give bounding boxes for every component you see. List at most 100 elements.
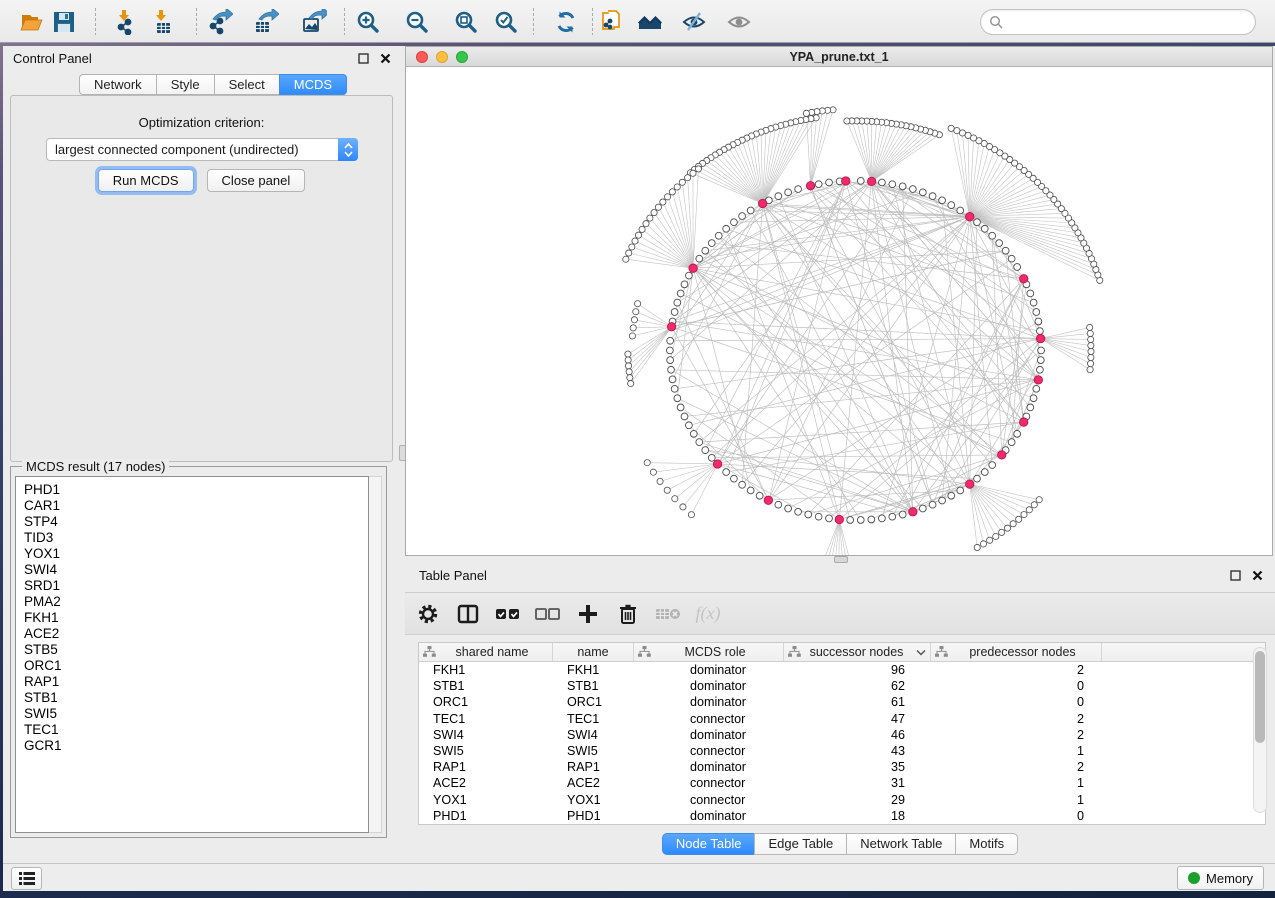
network-node[interactable] — [639, 226, 645, 232]
network-node[interactable] — [775, 501, 782, 508]
network-node[interactable] — [996, 240, 1003, 247]
network-node[interactable] — [1031, 502, 1037, 508]
network-node[interactable] — [696, 255, 703, 262]
network-node[interactable] — [989, 462, 996, 469]
float-panel-icon[interactable] — [355, 50, 371, 66]
table-row[interactable]: TEC1TEC1connector472 — [419, 711, 1265, 727]
export-network-icon[interactable] — [205, 7, 235, 37]
mcds-result-item[interactable]: RAP1 — [24, 674, 368, 690]
network-node[interactable] — [702, 247, 709, 254]
network-node[interactable] — [1088, 336, 1094, 342]
network-node[interactable] — [695, 166, 701, 172]
mcds-network-node[interactable] — [689, 264, 697, 272]
network-node[interactable] — [623, 256, 629, 262]
table-row[interactable]: YOX1YOX1connector291 — [419, 792, 1265, 808]
network-node[interactable] — [993, 533, 999, 539]
network-node[interactable] — [660, 199, 666, 205]
tab-node-table[interactable]: Node Table — [662, 833, 755, 855]
tab-edge-table[interactable]: Edge Table — [754, 833, 846, 855]
network-node[interactable] — [929, 193, 936, 200]
zoom-selected-icon[interactable] — [491, 7, 521, 37]
show-network-icon[interactable] — [724, 7, 754, 37]
mcds-network-node[interactable] — [1034, 376, 1042, 384]
column-header-shared-name[interactable]: shared name — [419, 643, 553, 661]
network-node[interactable] — [723, 469, 730, 476]
network-node[interactable] — [974, 475, 981, 482]
network-node[interactable] — [948, 125, 954, 131]
mcds-network-node[interactable] — [1020, 418, 1028, 426]
mcds-network-node[interactable] — [1020, 275, 1028, 283]
import-network-icon[interactable] — [111, 7, 141, 37]
mcds-network-node[interactable] — [867, 177, 875, 185]
mcds-network-node[interactable] — [966, 480, 974, 488]
mcds-result-item[interactable]: GCR1 — [24, 738, 368, 754]
network-node[interactable] — [666, 347, 673, 354]
close-panel-icon[interactable] — [377, 50, 393, 66]
network-node[interactable] — [1036, 328, 1043, 335]
network-node[interactable] — [690, 430, 697, 437]
table-row[interactable]: SWI5SWI5connector431 — [419, 743, 1265, 759]
mcds-network-node[interactable] — [764, 496, 772, 504]
table-row[interactable]: ORC1ORC1dominator610 — [419, 694, 1265, 710]
network-node[interactable] — [644, 460, 650, 466]
network-node[interactable] — [1033, 385, 1040, 392]
network-node[interactable] — [635, 301, 641, 307]
zoom-in-icon[interactable] — [353, 7, 383, 37]
mcds-result-item[interactable]: TEC1 — [24, 722, 368, 738]
optimization-criterion-select[interactable]: largest connected component (undirected) — [46, 138, 358, 161]
network-node[interactable] — [677, 290, 684, 297]
table-row[interactable]: ACE2ACE2connector311 — [419, 775, 1265, 791]
settings-gear-icon[interactable] — [411, 598, 445, 630]
network-node[interactable] — [671, 385, 678, 392]
network-node[interactable] — [1036, 366, 1043, 373]
mcds-network-node[interactable] — [806, 182, 814, 190]
network-node[interactable] — [1008, 255, 1015, 262]
network-node[interactable] — [1027, 290, 1034, 297]
unselect-all-icon[interactable] — [531, 598, 565, 630]
network-node[interactable] — [643, 221, 649, 227]
network-node[interactable] — [1087, 330, 1093, 336]
mcds-result-item[interactable]: SRD1 — [24, 578, 368, 594]
column-header-MCDS-role[interactable]: MCDS role — [634, 643, 784, 661]
network-node[interactable] — [775, 193, 782, 200]
mcds-network-node[interactable] — [835, 515, 843, 523]
network-node[interactable] — [1038, 347, 1045, 354]
network-node[interactable] — [948, 202, 955, 209]
network-node[interactable] — [879, 179, 886, 186]
network-node[interactable] — [1036, 497, 1042, 503]
network-node[interactable] — [879, 515, 886, 522]
tab-mcds[interactable]: MCDS — [279, 74, 347, 95]
network-node[interactable] — [999, 529, 1005, 535]
network-node[interactable] — [981, 225, 988, 232]
mcds-result-item[interactable]: PMA2 — [24, 594, 368, 610]
network-view-titlebar[interactable]: YPA_prune.txt_1 — [406, 47, 1272, 67]
network-node[interactable] — [702, 447, 709, 454]
network-node[interactable] — [632, 238, 638, 244]
table-row[interactable]: STB1STB1dominator620 — [419, 678, 1265, 694]
network-canvas[interactable] — [406, 67, 1272, 555]
network-node[interactable] — [668, 366, 675, 373]
network-node[interactable] — [667, 357, 674, 364]
network-node[interactable] — [626, 250, 632, 256]
network-node[interactable] — [1030, 395, 1037, 402]
refresh-layout-icon[interactable] — [551, 7, 581, 37]
network-node[interactable] — [681, 281, 688, 288]
network-node[interactable] — [1087, 324, 1093, 330]
network-node[interactable] — [686, 422, 693, 429]
mcds-result-item[interactable]: CAR1 — [24, 498, 368, 514]
network-node[interactable] — [980, 541, 986, 547]
export-table-icon[interactable] — [251, 7, 281, 37]
network-node[interactable] — [674, 395, 681, 402]
network-node[interactable] — [671, 309, 678, 316]
network-node[interactable] — [680, 504, 686, 510]
network-node[interactable] — [889, 181, 896, 188]
network-node[interactable] — [815, 181, 822, 188]
mcds-result-item[interactable]: STP4 — [24, 514, 368, 530]
run-mcds-button[interactable]: Run MCDS — [98, 169, 194, 192]
network-node[interactable] — [909, 186, 916, 193]
network-node[interactable] — [628, 380, 634, 386]
network-node[interactable] — [686, 272, 693, 279]
network-node[interactable] — [1026, 507, 1032, 513]
float-table-panel-icon[interactable] — [1227, 567, 1243, 583]
network-node[interactable] — [826, 179, 833, 186]
